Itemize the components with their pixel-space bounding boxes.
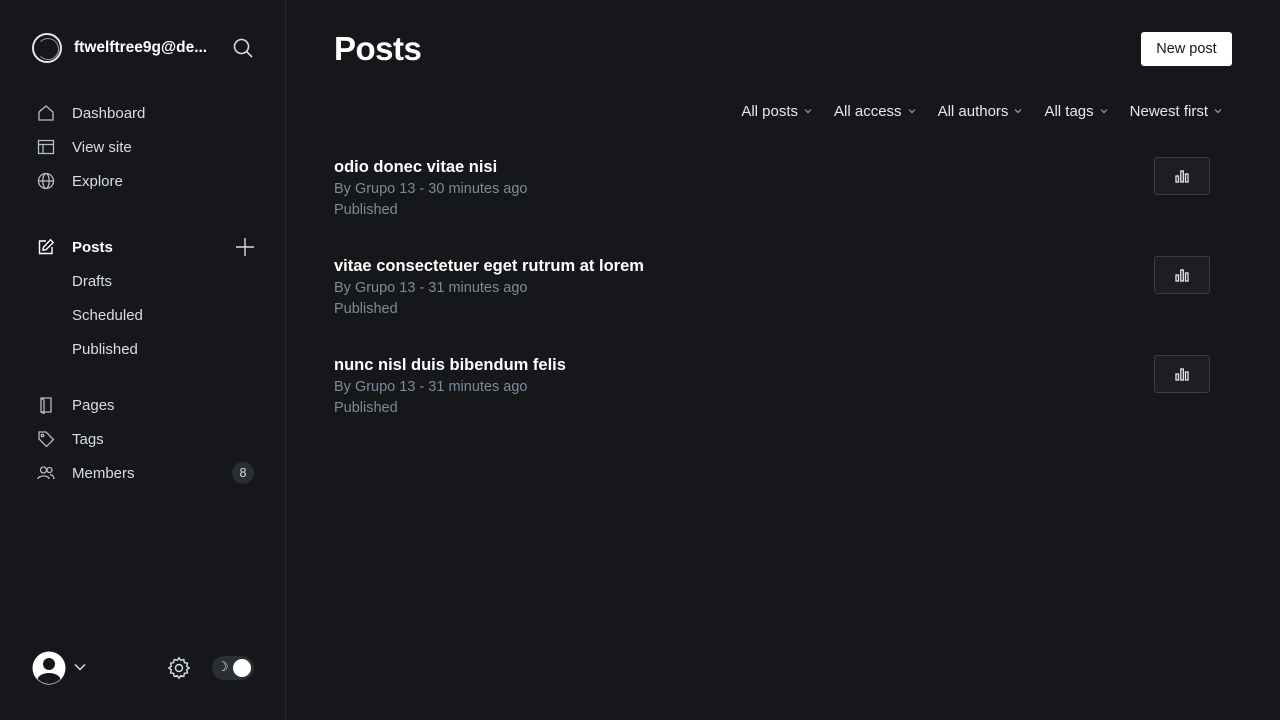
sidebar-item-label: Posts [72,238,113,256]
filter-post-type[interactable]: All posts [741,103,812,120]
post-list-item[interactable]: odio donec vitae nisi By Grupo 13 - 30 m… [334,156,1210,255]
new-post-button[interactable]: New post [1141,32,1232,66]
moon-icon: ☽ [217,659,229,674]
sidebar-item-label: View site [72,138,132,156]
chevron-down-icon [908,109,915,114]
layout-icon [36,137,56,157]
edit-icon [36,237,56,257]
post-meta: By Grupo 13 - 31 minutes ago [334,379,528,395]
user-avatar-icon[interactable] [32,651,66,685]
post-title[interactable]: nunc nisl duis bibendum felis [334,356,566,375]
members-icon [36,463,56,483]
post-meta: By Grupo 13 - 31 minutes ago [334,280,528,296]
sidebar-item-dashboard[interactable]: Dashboard [36,99,258,127]
page-title: Posts [334,30,422,67]
sidebar: ftwelftree9g@de... Dashboard View site E… [0,0,286,720]
sidebar-item-posts[interactable]: Posts [36,233,258,261]
filter-label: All authors [937,102,1009,120]
filter-bar: All posts All access All authors All tag… [741,101,1222,121]
filter-tags[interactable]: All tags [1044,102,1108,120]
sidebar-item-label: Explore [72,172,123,190]
bar-chart-icon [1175,368,1189,381]
main-content: Posts New post All posts All access All … [286,0,1280,720]
sidebar-item-label: Tags [72,430,104,448]
sidebar-item-label: Pages [72,396,115,414]
page-icon [36,395,56,415]
chevron-down-icon [1214,109,1222,114]
filter-sort-order[interactable]: Newest first [1130,103,1222,120]
sidebar-subitem-published[interactable]: Published [72,337,138,361]
filter-label: All tags [1044,102,1094,120]
chevron-down-icon [1015,109,1022,114]
post-list: odio donec vitae nisi By Grupo 13 - 30 m… [334,156,1210,453]
theme-toggle[interactable]: ☽ [212,656,254,680]
sidebar-item-label: Members [72,464,135,482]
post-status: Published [334,400,398,416]
post-title[interactable]: vitae consectetuer eget rutrum at lorem [334,257,644,276]
sidebar-subitem-drafts[interactable]: Drafts [72,269,112,293]
post-title[interactable]: odio donec vitae nisi [334,158,497,177]
sidebar-item-label: Dashboard [72,104,146,122]
toggle-knob [233,659,251,677]
post-list-item[interactable]: vitae consectetuer eget rutrum at lorem … [334,255,1210,354]
post-status: Published [334,202,398,218]
post-analytics-button[interactable] [1154,256,1210,294]
filter-label: Newest first [1129,102,1208,120]
bar-chart-icon [1175,269,1189,282]
app-window: ftwelftree9g@de... Dashboard View site E… [0,0,1280,720]
filter-label: All posts [741,102,799,120]
site-title[interactable]: ftwelftree9g@de... [74,39,214,57]
post-analytics-button[interactable] [1154,157,1210,195]
post-status: Published [334,301,398,317]
bar-chart-icon [1175,170,1189,183]
globe-icon [36,171,56,191]
gear-icon[interactable] [167,656,191,680]
site-header: ftwelftree9g@de... [32,32,254,64]
sidebar-subitem-scheduled[interactable]: Scheduled [72,303,143,327]
chevron-down-icon[interactable] [73,660,87,674]
search-icon[interactable] [232,37,254,59]
filter-label: All access [834,102,902,120]
filter-authors[interactable]: All authors [938,103,1023,120]
sidebar-item-explore[interactable]: Explore [36,167,258,195]
add-post-plus-icon[interactable] [234,236,256,258]
members-count-badge: 8 [232,462,254,484]
sidebar-item-members[interactable]: Members [36,459,258,487]
chevron-down-icon [804,109,812,114]
sidebar-item-pages[interactable]: Pages [36,391,258,419]
sidebar-item-tags[interactable]: Tags [36,425,258,453]
chevron-down-icon [1100,109,1108,114]
circle-logo-icon[interactable] [32,33,62,63]
post-meta: By Grupo 13 - 30 minutes ago [334,181,528,197]
filter-access[interactable]: All access [834,103,916,120]
post-analytics-button[interactable] [1154,355,1210,393]
tag-icon [36,429,56,449]
sidebar-item-view-site[interactable]: View site [36,133,258,161]
home-icon [36,103,56,123]
post-list-item[interactable]: nunc nisl duis bibendum felis By Grupo 1… [334,354,1210,453]
